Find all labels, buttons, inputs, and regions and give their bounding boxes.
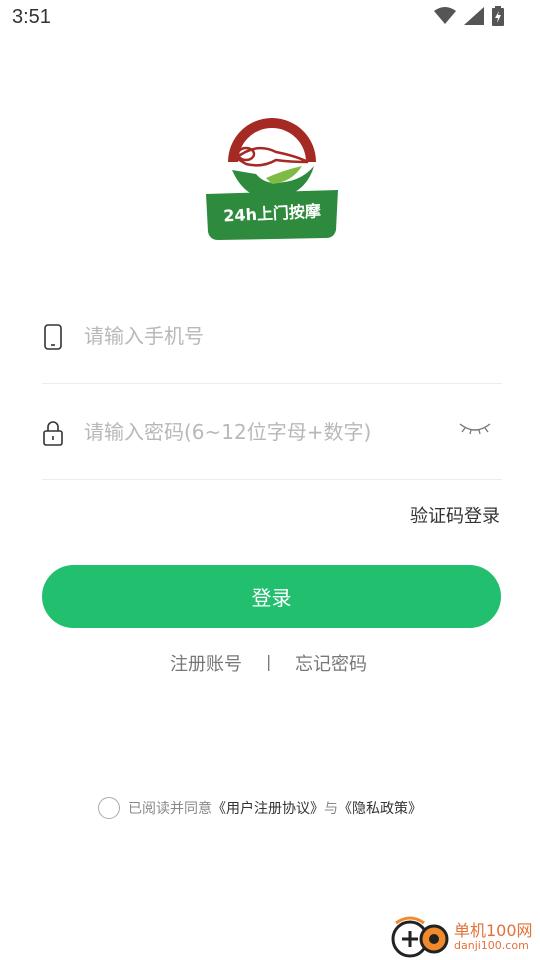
user-agreement-link[interactable]: 《用户注册协议》 <box>212 798 324 818</box>
agreement: 已阅读并同意 《用户注册协议》 与 《隐私政策》 <box>98 796 422 820</box>
watermark-gamepad-icon <box>391 916 449 958</box>
eye-closed-icon[interactable] <box>458 418 492 440</box>
phone-icon <box>44 324 62 350</box>
wifi-icon <box>434 7 456 24</box>
auth-links: 注册账号 | 忘记密码 <box>0 650 540 678</box>
signal-icon <box>464 7 484 25</box>
phone-input[interactable] <box>84 316 444 356</box>
sms-login-link[interactable]: 验证码登录 <box>410 502 500 528</box>
battery-charging-icon <box>492 6 504 26</box>
agreement-conjunction: 与 <box>324 801 338 817</box>
agreement-checkbox[interactable] <box>98 797 120 819</box>
privacy-policy-link[interactable]: 《隐私政策》 <box>338 798 422 818</box>
agreement-prefix: 已阅读并同意 <box>128 801 212 817</box>
app-logo: 24h上门按摩 <box>206 112 338 240</box>
status-time: 3:51 <box>12 6 51 28</box>
password-input[interactable] <box>84 412 444 452</box>
watermark-url: danji100.com <box>454 939 529 952</box>
watermark-text: 单机100网 <box>454 921 533 940</box>
lock-icon <box>43 421 63 446</box>
phone-row <box>42 288 502 384</box>
watermark: 单机100网 danji100.com <box>390 915 540 960</box>
status-icons <box>434 6 504 26</box>
register-link[interactable]: 注册账号 <box>170 650 242 676</box>
link-separator: | <box>266 652 272 671</box>
forgot-password-link[interactable]: 忘记密码 <box>295 650 367 676</box>
status-bar: 3:51 <box>0 0 540 38</box>
password-row <box>42 384 502 480</box>
login-button[interactable]: 登录 <box>42 565 501 628</box>
